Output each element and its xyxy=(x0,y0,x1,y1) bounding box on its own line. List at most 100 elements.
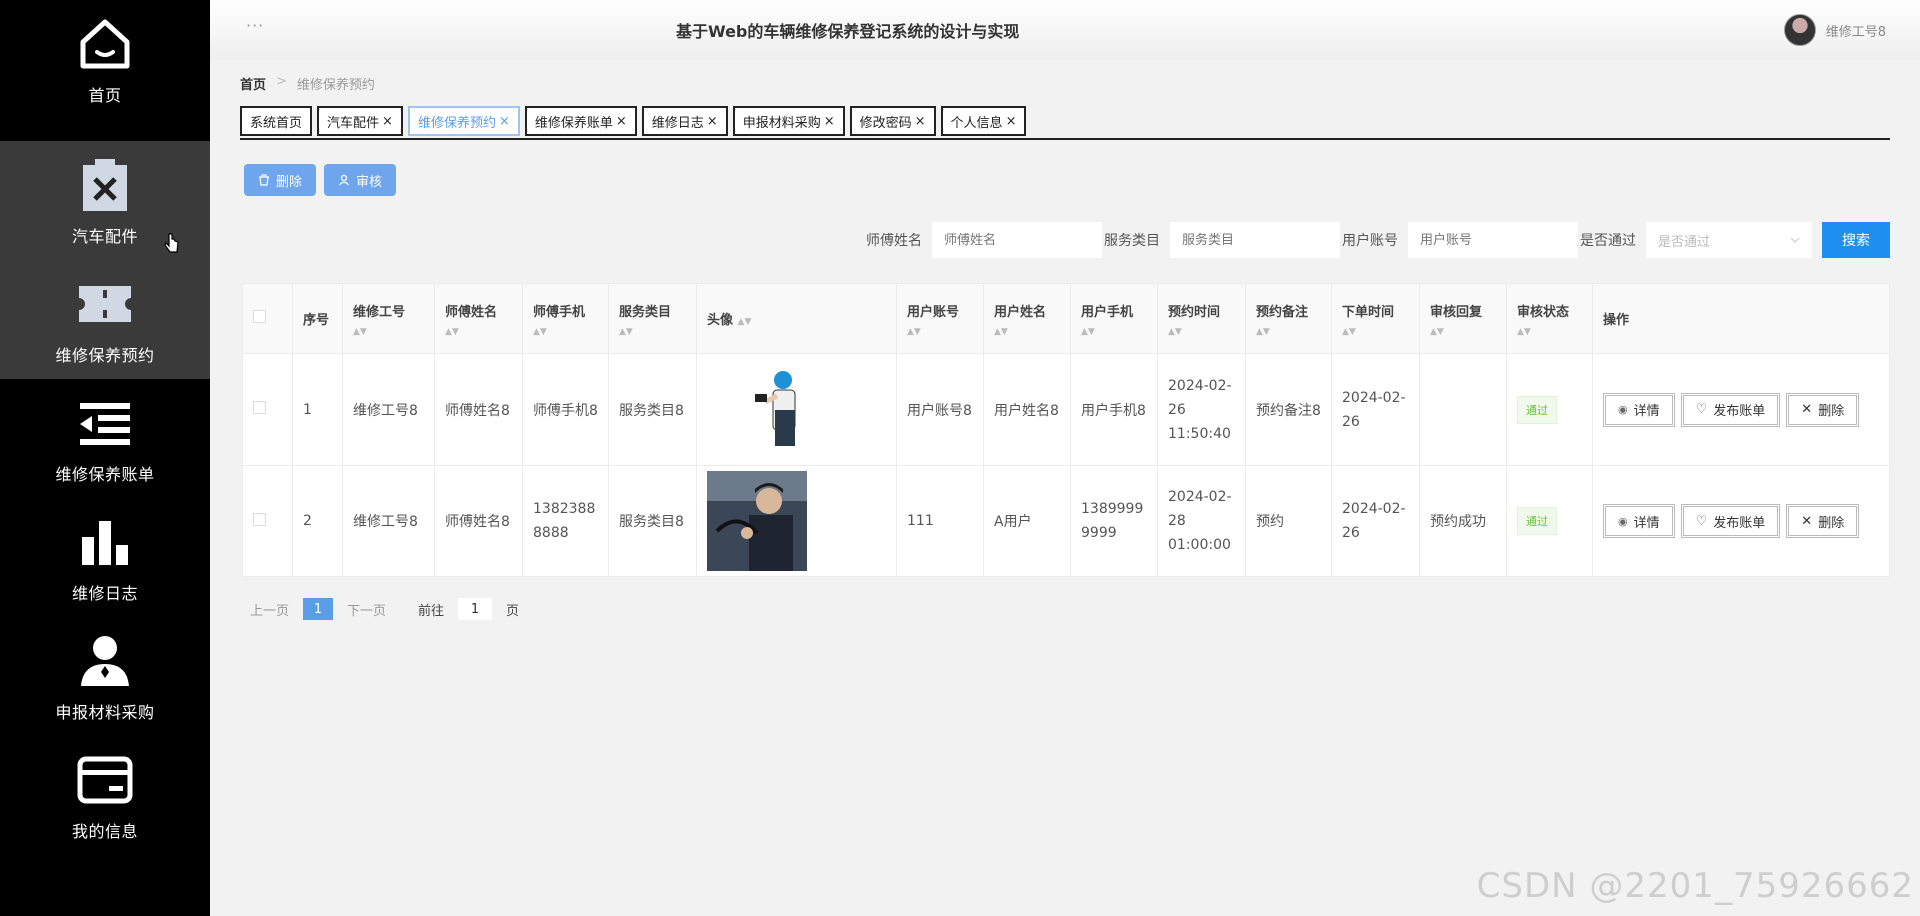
status-badge: 通过 xyxy=(1517,395,1557,424)
cell-ops: ◉ 详情 ♡ 发布账单 ✕ 删除 xyxy=(1592,465,1890,577)
cell-user-name: 用户姓名8 xyxy=(983,353,1071,466)
service-input[interactable] xyxy=(1170,222,1340,258)
col-master-phone[interactable]: 师傅手机 ▲▼ xyxy=(522,283,609,354)
breadcrumb-separator: > xyxy=(276,74,287,89)
mouse-cursor-icon xyxy=(164,232,180,258)
tab-parts[interactable]: 汽车配件 × xyxy=(317,106,403,136)
cell-status: 通过 xyxy=(1506,353,1593,466)
row-select-cell xyxy=(242,353,293,466)
goto-page-input[interactable]: 1 xyxy=(458,598,493,620)
sort-icon[interactable]: ▲▼ xyxy=(1342,327,1409,337)
card-icon xyxy=(75,750,135,810)
breadcrumb-home[interactable]: 首页 xyxy=(240,74,266,93)
select-all-checkbox[interactable] xyxy=(253,310,266,323)
audit-button-label: 审核 xyxy=(356,173,383,189)
publish-bill-button[interactable]: ♡ 发布账单 xyxy=(1680,392,1781,427)
page-title: 基于Web的车辆维修保养登记系统的设计与实现 xyxy=(676,22,1020,41)
cell-master-name: 师傅姓名8 xyxy=(434,465,523,577)
col-reply[interactable]: 审核回复 ▲▼ xyxy=(1419,283,1507,354)
sidebar-item-label: 申报材料采购 xyxy=(55,702,155,722)
col-user-account[interactable]: 用户账号 ▲▼ xyxy=(896,283,984,354)
audit-button[interactable]: 审核 xyxy=(324,164,397,196)
col-service[interactable]: 服务类目 ▲▼ xyxy=(608,283,697,354)
tab-profile[interactable]: 个人信息 × xyxy=(940,106,1027,136)
close-icon[interactable]: × xyxy=(915,114,926,129)
cell-appt-time: 2024-02-26 11:50:40 xyxy=(1157,353,1246,466)
pass-label: 是否通过 xyxy=(1580,233,1636,249)
close-icon[interactable]: × xyxy=(824,114,835,129)
page-unit-label: 页 xyxy=(506,603,520,619)
col-appt-note[interactable]: 预约备注 ▲▼ xyxy=(1245,283,1332,354)
search-button[interactable]: 搜索 xyxy=(1822,222,1890,258)
tab-logs[interactable]: 维修日志 × xyxy=(641,106,728,136)
clipboard-x-icon xyxy=(75,155,135,215)
sort-icon[interactable]: ▲▼ xyxy=(533,327,598,337)
tab-password[interactable]: 修改密码 × xyxy=(849,106,936,136)
close-icon[interactable]: × xyxy=(382,114,393,129)
close-icon[interactable]: × xyxy=(707,114,718,129)
user-menu[interactable]: 维修工号8 xyxy=(1783,14,1886,46)
row-checkbox[interactable] xyxy=(253,401,266,414)
close-icon[interactable]: × xyxy=(499,114,510,129)
publish-bill-button[interactable]: ♡ 发布账单 xyxy=(1680,504,1781,538)
next-page-button[interactable]: 下一页 xyxy=(347,600,386,619)
sidebar-item-logs[interactable]: 维修日志 xyxy=(0,498,210,617)
sort-icon[interactable]: ▲▼ xyxy=(1081,327,1147,337)
detail-button[interactable]: ◉ 详情 xyxy=(1603,392,1675,427)
sort-icon[interactable]: ▲▼ xyxy=(1168,327,1235,337)
col-master-name[interactable]: 师傅姓名 ▲▼ xyxy=(434,283,523,354)
sort-icon[interactable]: ▲▼ xyxy=(353,327,424,337)
sidebar-item-label: 维修日志 xyxy=(71,583,138,603)
user-account-input[interactable] xyxy=(1408,222,1578,258)
sort-icon[interactable]: ▲▼ xyxy=(994,327,1060,337)
col-status[interactable]: 审核状态 ▲▼ xyxy=(1506,283,1593,354)
tab-label: 维修日志 xyxy=(651,115,704,131)
sort-icon[interactable]: ▲▼ xyxy=(1256,327,1321,337)
close-icon[interactable]: × xyxy=(1006,114,1017,129)
tab-bills[interactable]: 维修保养账单 × xyxy=(524,106,637,136)
sidebar-item-booking[interactable]: 维修保养预约 xyxy=(0,260,210,379)
tab-booking[interactable]: 维修保养预约 × xyxy=(407,106,520,136)
sort-icon[interactable]: ▲▼ xyxy=(1517,327,1582,337)
prev-page-button[interactable]: 上一页 xyxy=(250,600,289,619)
sidebar-item-label: 汽车配件 xyxy=(71,226,138,246)
sort-icon[interactable]: ▲▼ xyxy=(619,327,686,337)
sort-icon[interactable]: ▲▼ xyxy=(907,327,973,337)
sort-icon[interactable]: ▲▼ xyxy=(445,327,512,337)
col-user-phone[interactable]: 用户手机 ▲▼ xyxy=(1070,283,1158,354)
home-icon xyxy=(75,14,135,74)
master-name-input[interactable] xyxy=(932,222,1102,258)
status-badge: 通过 xyxy=(1517,507,1557,535)
delete-button[interactable]: 删除 xyxy=(244,164,317,196)
sort-icon[interactable]: ▲▼ xyxy=(1430,327,1496,337)
col-appt-time[interactable]: 预约时间 ▲▼ xyxy=(1157,283,1246,354)
bar-chart-icon xyxy=(75,512,135,572)
tab-purchase[interactable]: 申报材料采购 × xyxy=(732,106,845,136)
close-icon[interactable]: × xyxy=(616,114,627,129)
page-number-button[interactable]: 1 xyxy=(303,598,334,620)
sidebar-item-bills[interactable]: 维修保养账单 xyxy=(0,379,210,498)
tab-system-home[interactable]: 系统首页 xyxy=(240,106,313,136)
row-delete-button[interactable]: ✕ 删除 xyxy=(1786,392,1860,427)
row-delete-button[interactable]: ✕ 删除 xyxy=(1786,504,1860,538)
sidebar-item-profile[interactable]: 我的信息 xyxy=(0,736,210,855)
sidebar-item-purchase[interactable]: 申报材料采购 xyxy=(0,617,210,736)
menu-dots-icon[interactable]: ··· xyxy=(246,16,264,35)
col-order-time[interactable]: 下单时间 ▲▼ xyxy=(1331,283,1420,354)
pass-select[interactable]: 是否通过 xyxy=(1646,222,1812,258)
cell-master-phone: 师傅手机8 xyxy=(522,353,609,466)
sidebar-item-home[interactable]: 首页 xyxy=(0,0,210,119)
mechanic-photo xyxy=(707,359,807,460)
detail-button[interactable]: ◉ 详情 xyxy=(1603,504,1675,538)
col-avatar[interactable]: 头像 ▲▼ xyxy=(696,283,897,354)
master-name-label: 师傅姓名 xyxy=(866,233,922,249)
sidebar: 首页 汽车配件 维修保养预约 维修保养账单 维修日志 申报材料采购 我的信息 xyxy=(0,0,210,916)
sort-icon[interactable]: ▲▼ xyxy=(738,317,752,327)
col-user-name[interactable]: 用户姓名 ▲▼ xyxy=(983,283,1071,354)
tab-label: 维修保养预约 xyxy=(417,115,496,131)
cell-order-time: 2024-02-26 xyxy=(1331,465,1420,577)
sidebar-item-label: 我的信息 xyxy=(71,821,138,841)
row-checkbox[interactable] xyxy=(253,512,266,526)
cell-no: 2 xyxy=(292,465,343,577)
col-worker-id[interactable]: 维修工号 ▲▼ xyxy=(342,283,435,354)
